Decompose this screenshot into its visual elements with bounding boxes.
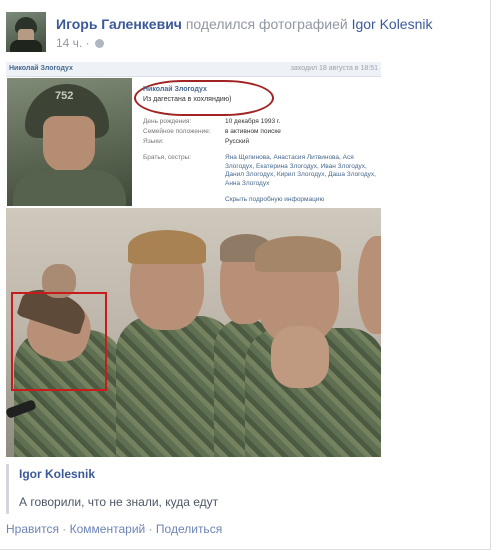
photo-attribution: Igor Kolesnik А говорили, что не знали, … [6,464,384,514]
face-shape [43,116,95,172]
vk-profile-status: Из дагестана в хохляндию) [143,96,232,103]
attribution-caption: А говорили, что не знали, куда едут [19,495,219,509]
helmet-number: 752 [55,90,74,102]
avatar-body [10,40,42,52]
soldier-head-edge [358,236,381,334]
like-link[interactable]: Нравится [6,522,59,536]
soldier-hair [128,230,206,264]
author-name-link[interactable]: Игорь Галенкевич [56,16,182,32]
post-meta: 14 ч. · [56,36,104,50]
vk-info-row: Языки: Русский [143,137,379,147]
soldier-figure [241,208,381,457]
globe-icon[interactable] [94,39,104,48]
vk-relatives-value: Яна Щепинова, Анастасия Литвинова, Ася З… [225,154,376,187]
shared-photo[interactable]: Николай Злогодух заходил 18 августа в 18… [6,62,381,457]
comment-link[interactable]: Комментарий [70,522,146,536]
post-actions: Нравится · Комментарий · Поделиться [6,522,222,536]
vk-info-table: День рождения: 10 декабря 1993 г. Семейн… [143,117,379,147]
highlight-box [11,292,107,391]
vk-profile-screenshot: Николай Злогодух заходил 18 августа в 18… [6,62,381,208]
vk-header-name: Николай Злогодух [9,65,73,72]
share-link[interactable]: Поделиться [156,522,222,536]
vk-info-value: 10 декабря 1993 г. [225,118,281,125]
soldier-figure [116,208,236,457]
attribution-author-link[interactable]: Igor Kolesnik [19,467,95,481]
actions-separator: · [148,522,153,536]
uniform-shape [13,170,126,206]
vk-hide-info-link: Скрыть подробную информацию [225,196,325,203]
vk-profile-name: Николай Злогодух [143,86,207,93]
author-avatar[interactable] [6,12,46,52]
shared-from-link[interactable]: Igor Kolesnik [352,16,433,32]
vk-info-row: День рождения: 10 декабря 1993 г. [143,117,379,127]
vk-info-key: Семейное положение: [143,128,211,135]
vk-info-row: Семейное положение: в активном поиске [143,127,379,137]
vk-relatives-key: Братья, сестры: [143,154,192,161]
vk-info-value: в активном поиске [225,128,281,135]
post-header: Игорь Галенкевич поделился фотографией I… [56,15,433,33]
soldier-hand [271,326,329,388]
vk-info-value: Русский [225,138,250,145]
actions-separator: · [62,522,67,536]
vk-header-bar: Николай Злогодух заходил 18 августа в 18… [6,62,381,77]
post-timestamp[interactable]: 14 ч. [56,36,82,50]
post-card: Игорь Галенкевич поделился фотографией I… [0,0,491,550]
vk-info-key: Языки: [143,138,164,145]
post-action-text: поделился фотографией [185,16,348,32]
meta-separator: · [85,36,90,50]
vk-header-time: заходил 18 августа в 18:51 [290,65,378,72]
vk-profile-photo: 752 [7,78,132,206]
soldiers-photo [6,208,381,457]
soldier-hair [255,236,341,272]
vk-info-key: День рождения: [143,118,192,125]
